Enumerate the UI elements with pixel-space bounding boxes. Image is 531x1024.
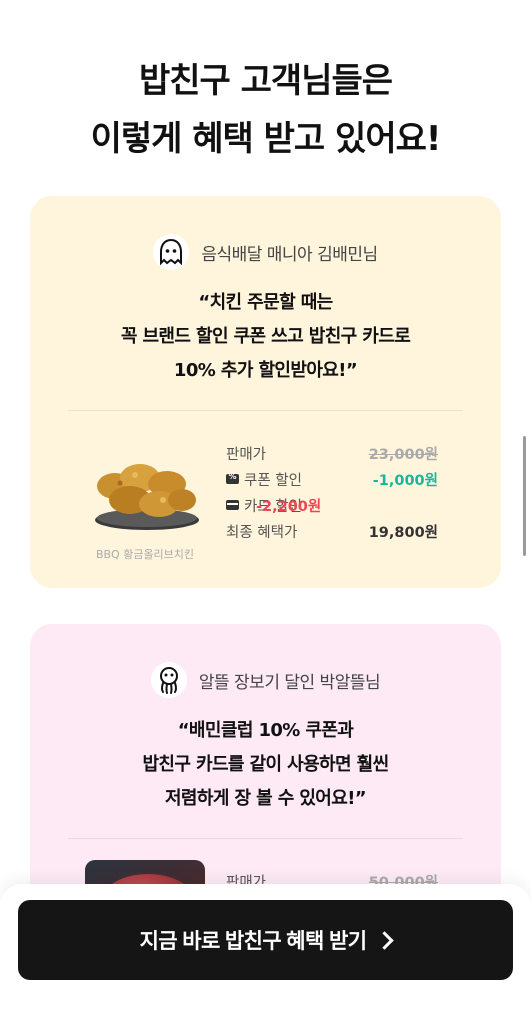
chevron-right-icon xyxy=(375,930,395,950)
quote-line: 저렴하게 장 볼 수 있어요!” xyxy=(164,788,367,809)
get-benefit-button[interactable]: 지금 바로 밥친구 혜택 받기 xyxy=(18,900,513,980)
card-discount: -2,200원 xyxy=(256,498,322,515)
persona-row: 알뜰 장보기 달인 박알뜰님 xyxy=(30,662,501,698)
list-price: 23,000원 xyxy=(368,446,438,463)
price-label: 최종 혜택가 xyxy=(226,524,298,541)
review-quote: “배민클럽 10% 쿠폰과 밥친구 카드를 같이 사용하면 훨씬 저렴하게 장 … xyxy=(30,714,501,816)
persona-name: 알뜰 장보기 달인 박알뜰님 xyxy=(198,672,381,693)
divider xyxy=(68,410,463,411)
product-caption: BBQ 황금올리브치킨 xyxy=(95,548,195,561)
benefits-page: 밥친구 고객님들은 이렇게 혜택 받고 있어요! 음식배달 매니아 김배민님 “… xyxy=(0,0,531,1024)
price-row-list: 판매가 23,000원 xyxy=(226,440,438,466)
quote-line: 꼭 브랜드 할인 쿠폰 쓰고 밥친구 카드로 xyxy=(120,326,411,347)
headline-line-1: 밥친구 고객님들은 xyxy=(138,61,393,101)
bottom-cta-bar: 지금 바로 밥친구 혜택 받기 xyxy=(0,884,531,1024)
card-icon xyxy=(226,500,239,510)
review-quote: “치킨 주문할 때는 꼭 브랜드 할인 쿠폰 쓰고 밥친구 카드로 10% 추가… xyxy=(30,286,501,388)
quote-line: 10% 추가 할인받아요!” xyxy=(173,360,358,381)
price-label: 판매가 xyxy=(226,446,267,463)
persona-name: 음식배달 매니아 김배민님 xyxy=(201,244,378,265)
price-row-coupon: 쿠폰 할인 -1,000원 xyxy=(226,466,438,492)
price-label: 쿠폰 할인 xyxy=(244,472,302,489)
octopus-icon xyxy=(150,662,187,698)
price-row-card: 카드 할인 -2,200원 xyxy=(226,492,438,518)
final-price: 19,800원 xyxy=(368,524,438,541)
quote-line: “배민클럽 10% 쿠폰과 xyxy=(177,720,354,741)
divider xyxy=(68,838,463,839)
quote-line: “치킨 주문할 때는 xyxy=(198,292,333,313)
chicken-image xyxy=(85,448,205,538)
coupon-discount: -1,000원 xyxy=(372,472,438,489)
review-card-delivery: 음식배달 매니아 김배민님 “치킨 주문할 때는 꼭 브랜드 할인 쿠폰 쓰고 … xyxy=(30,196,501,588)
page-headline: 밥친구 고객님들은 이렇게 혜택 받고 있어요! xyxy=(0,52,531,168)
scrollbar[interactable] xyxy=(523,436,526,556)
persona-row: 음식배달 매니아 김배민님 xyxy=(30,234,501,270)
ghost-icon xyxy=(153,234,190,270)
price-breakdown: 판매가 23,000원 쿠폰 할인 -1,000원 카드 할인 -2,200원 … xyxy=(226,440,438,544)
price-row-final: 최종 혜택가 19,800원 xyxy=(226,518,438,544)
coupon-label-wrap: 쿠폰 할인 xyxy=(226,469,302,490)
cta-label: 지금 바로 밥친구 혜택 받기 xyxy=(139,930,367,953)
coupon-icon xyxy=(226,472,239,484)
headline-line-2: 이렇게 혜택 받고 있어요! xyxy=(90,119,442,159)
quote-line: 밥친구 카드를 같이 사용하면 훨씬 xyxy=(142,754,389,775)
